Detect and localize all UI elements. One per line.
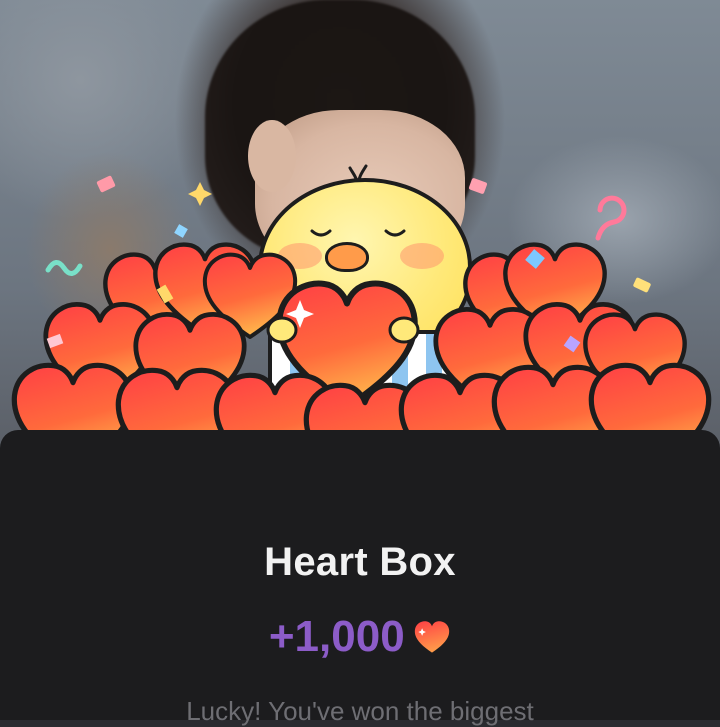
reward-description: Lucky! You've won the biggest (186, 696, 534, 726)
reward-title: Heart Box (264, 540, 456, 584)
reward-amount-row: +1,000 (0, 612, 720, 668)
heart-icon (414, 621, 450, 653)
reward-amount: +1,000 (268, 612, 405, 661)
